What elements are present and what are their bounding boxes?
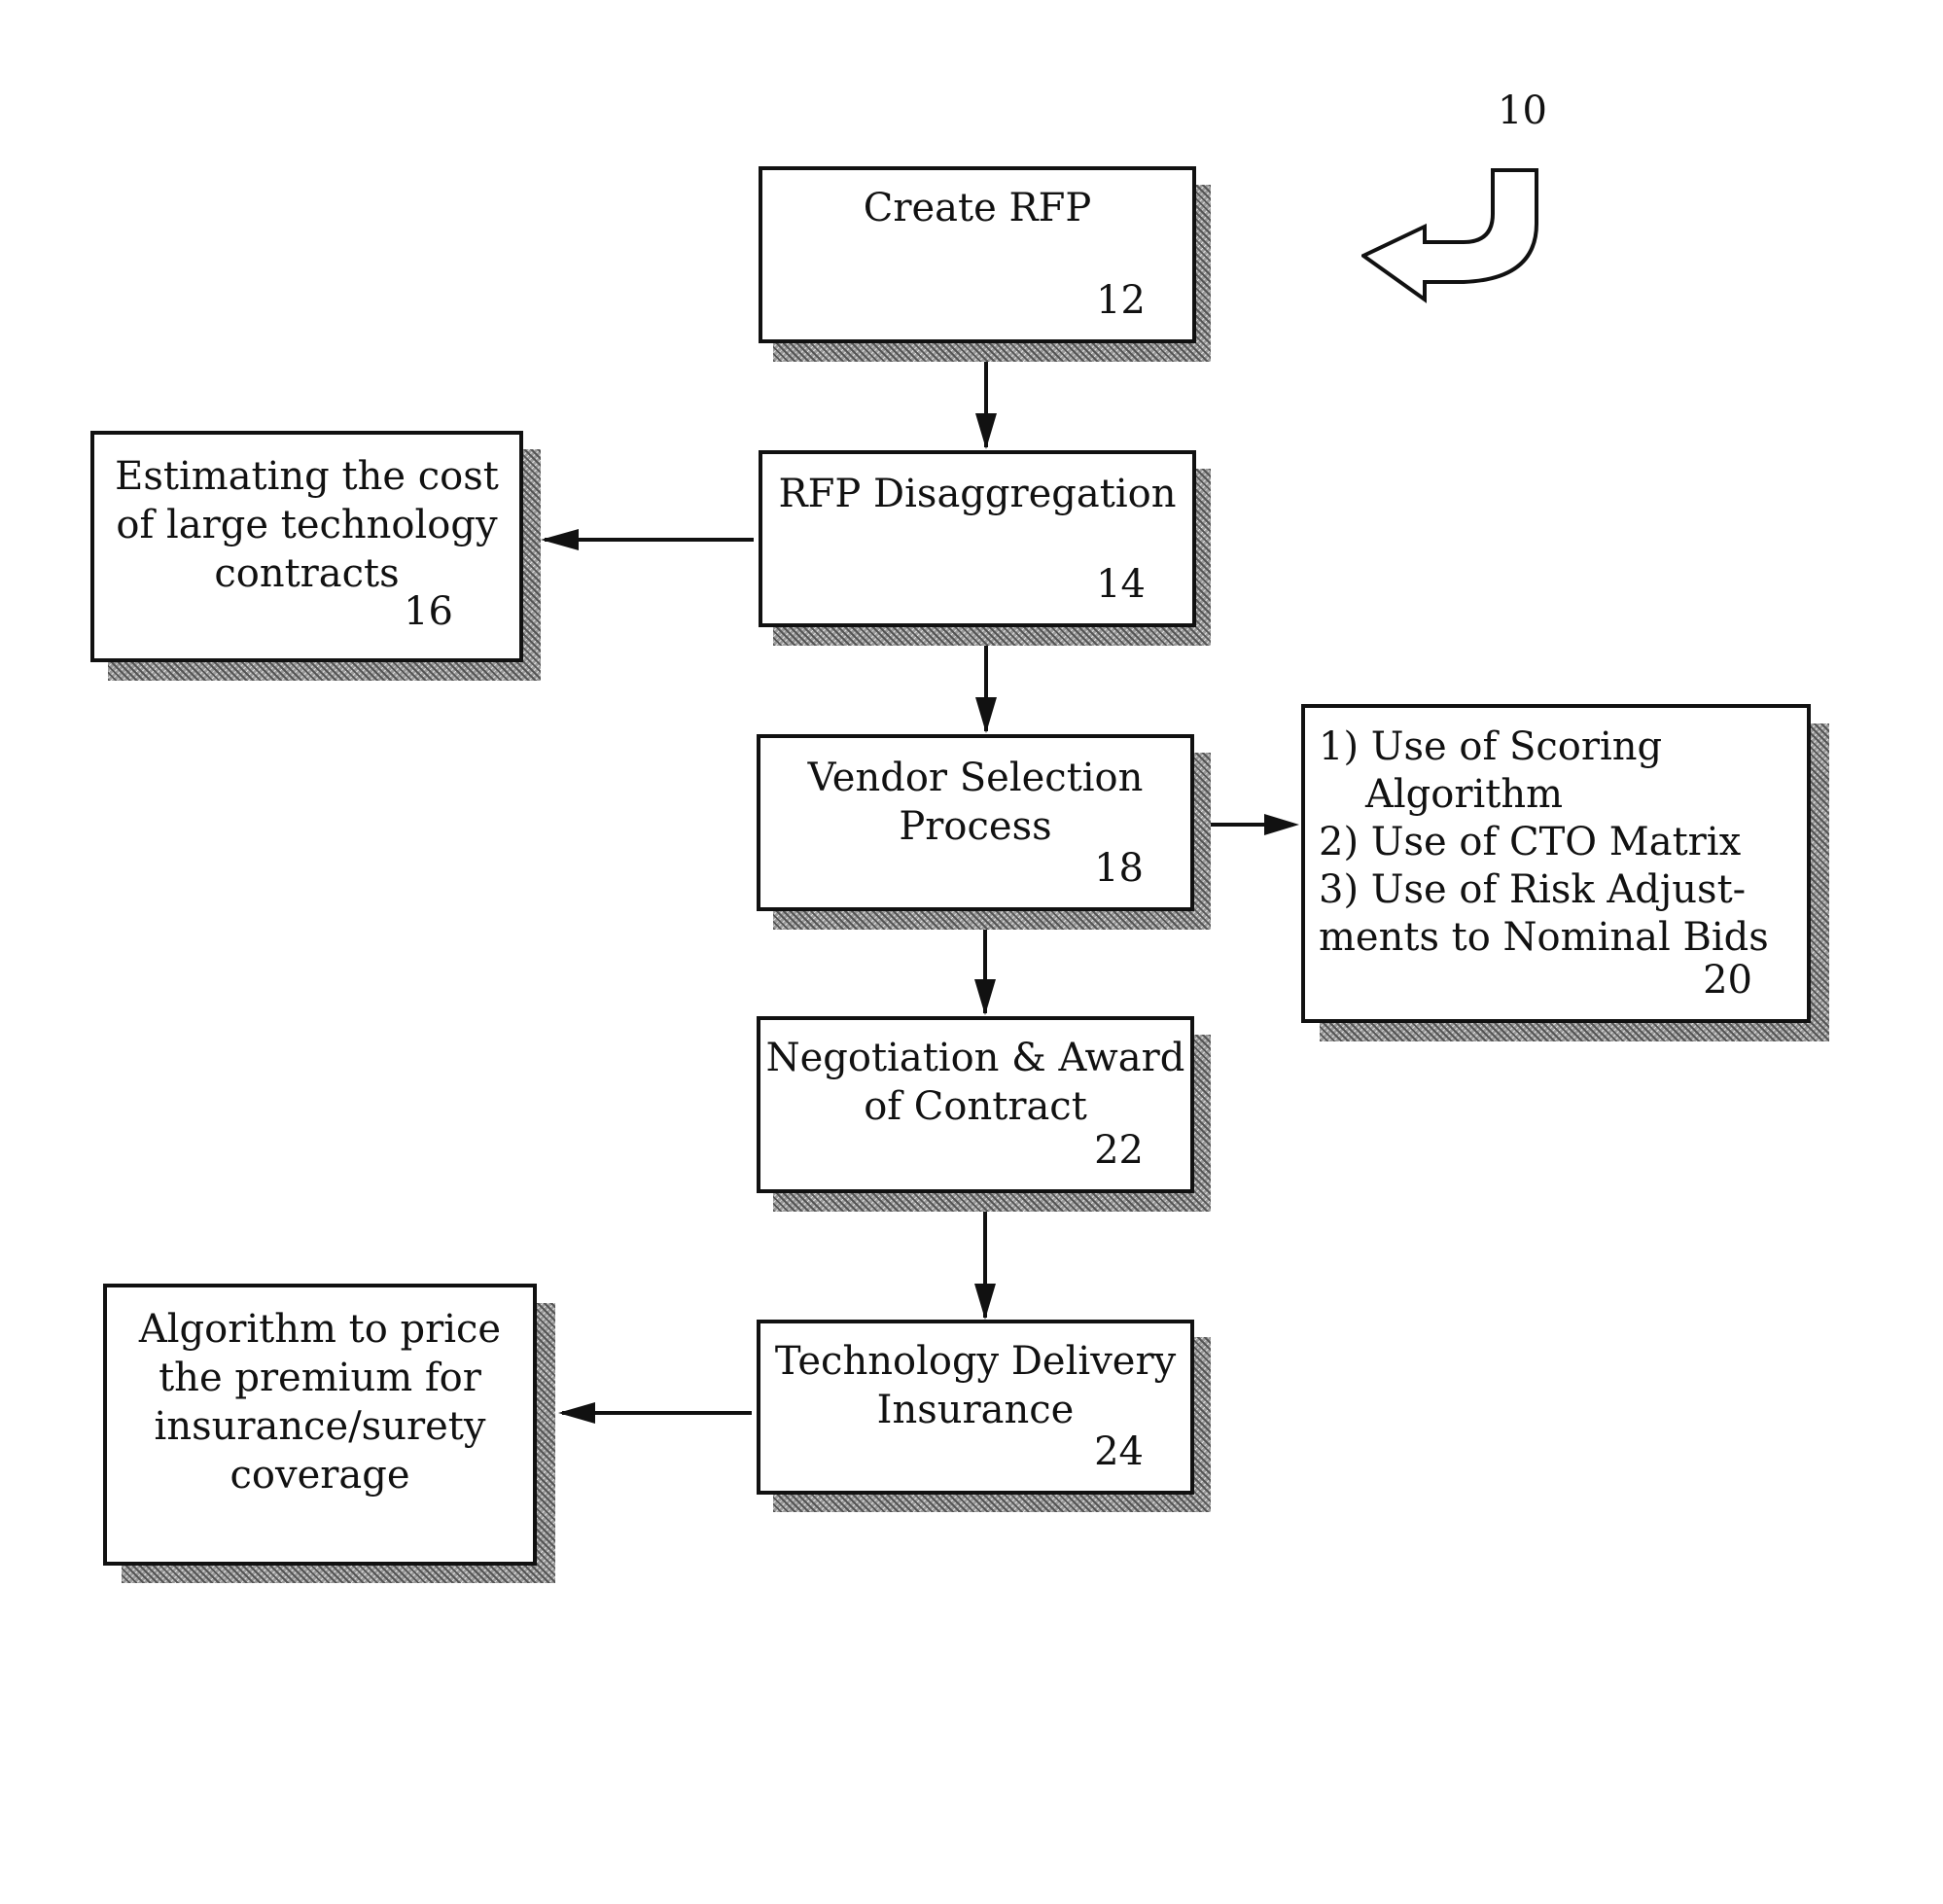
arrowhead-right	[1264, 814, 1299, 835]
node-number: 12	[1096, 278, 1146, 323]
arrowhead-down	[974, 979, 996, 1015]
node-number: 24	[1094, 1429, 1144, 1474]
node-label: Estimating the cost of large technology …	[115, 454, 499, 596]
node-vendor-selection[interactable]: Vendor Selection Process 18	[757, 734, 1194, 911]
node-number: 16	[404, 589, 453, 634]
node-estimating-cost[interactable]: Estimating the cost of large technology …	[90, 431, 523, 662]
methods-list-item-continuation: Algorithm	[1365, 772, 1564, 817]
methods-list-item: 2) Use of CTO Matrix	[1319, 820, 1742, 864]
node-premium-algorithm[interactable]: Algorithm to price the premium for insur…	[103, 1284, 537, 1566]
node-label: Technology Delivery Insurance	[774, 1339, 1177, 1432]
arrowhead-left	[541, 529, 579, 550]
node-selection-methods[interactable]: 1) Use of Scoring Algorithm 2) Use of CT…	[1301, 704, 1811, 1023]
node-number: 20	[1703, 958, 1752, 1003]
arrowhead-down	[975, 413, 997, 449]
node-number: 22	[1094, 1128, 1144, 1173]
node-label: Algorithm to price the premium for insur…	[138, 1307, 502, 1498]
node-negotiation-award[interactable]: Negotiation & Award of Contract 22	[757, 1016, 1194, 1193]
arrowhead-left	[558, 1402, 595, 1424]
node-number: 18	[1094, 846, 1144, 891]
node-label: Negotiation & Award of Contract	[765, 1036, 1185, 1129]
node-label: Create RFP	[863, 186, 1092, 230]
methods-list: 1) Use of Scoring Algorithm 2) Use of CT…	[1319, 723, 1769, 962]
node-create-rfp[interactable]: Create RFP 12	[759, 166, 1196, 343]
methods-list-item: 1) Use of Scoring	[1319, 724, 1663, 769]
node-technology-delivery-insurance[interactable]: Technology Delivery Insurance 24	[757, 1320, 1194, 1495]
node-rfp-disaggregation[interactable]: RFP Disaggregation 14	[759, 450, 1196, 627]
methods-list-item: 3) Use of Risk Adjust-	[1319, 867, 1747, 912]
node-label: Vendor Selection Process	[807, 756, 1144, 849]
node-number: 14	[1096, 562, 1146, 607]
methods-list-item-continuation: ments to Nominal Bids	[1319, 915, 1769, 960]
arrowhead-down	[974, 1284, 996, 1320]
node-label: RFP Disaggregation	[778, 472, 1177, 516]
arrowhead-down	[975, 697, 997, 733]
